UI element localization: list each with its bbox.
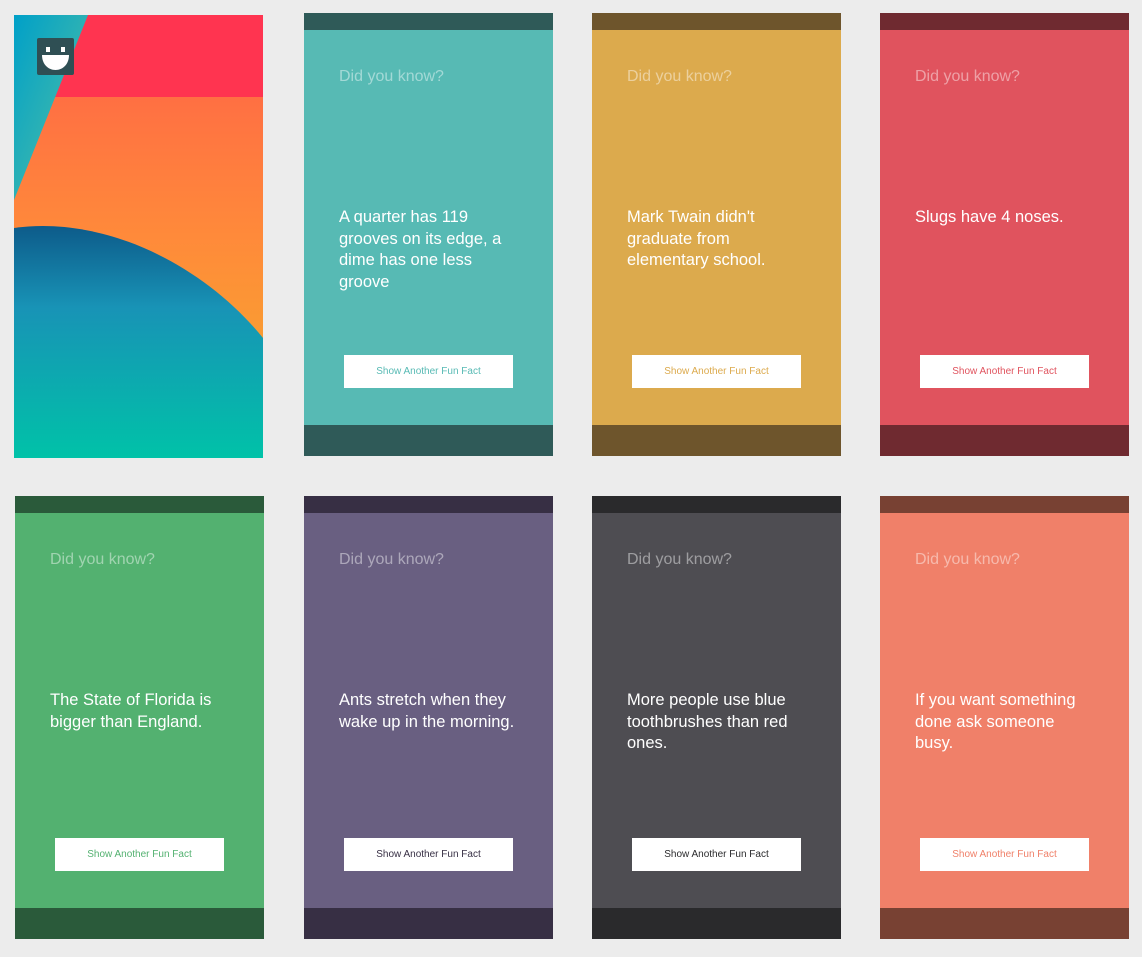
- did-you-know-label: Did you know?: [339, 551, 444, 568]
- did-you-know-label: Did you know?: [627, 551, 732, 568]
- navigation-bar: [880, 425, 1129, 456]
- fact-text: The State of Florida is bigger than Engl…: [50, 691, 212, 731]
- fact-text: If you want something done ask someone b…: [915, 691, 1076, 752]
- did-you-know-label: Did you know?: [339, 68, 444, 85]
- status-bar: [304, 13, 553, 30]
- did-you-know-label: Did you know?: [915, 551, 1020, 568]
- fun-fact-card: Did you know? Mark Twain didn't graduate …: [592, 13, 841, 456]
- fact-text: Mark Twain didn't graduate from elementa…: [627, 208, 766, 269]
- fun-fact-card: Did you know? If you want something done …: [880, 496, 1129, 939]
- show-another-fun-fact-button[interactable]: Show Another Fun Fact: [344, 838, 513, 871]
- fun-fact-card: Did you know? More people use blue toothb…: [592, 496, 841, 939]
- did-you-know-label: Did you know?: [627, 68, 732, 85]
- show-another-fun-fact-button[interactable]: Show Another Fun Fact: [920, 838, 1089, 871]
- navigation-bar: [592, 425, 841, 456]
- fact-text: Slugs have 4 noses.: [915, 208, 1064, 226]
- splash-wallpaper: [14, 15, 263, 458]
- fact-text: A quarter has 119 grooves on its edge, a…: [339, 208, 502, 291]
- show-another-fun-fact-button[interactable]: Show Another Fun Fact: [344, 355, 513, 388]
- show-another-fun-fact-button[interactable]: Show Another Fun Fact: [920, 355, 1089, 388]
- did-you-know-label: Did you know?: [915, 68, 1020, 85]
- fun-fact-card: Did you know? Slugs have 4 noses. Show Ano…: [880, 13, 1129, 456]
- status-bar: [880, 496, 1129, 513]
- navigation-bar: [304, 425, 553, 456]
- status-bar: [592, 13, 841, 30]
- splash-screen: [14, 15, 263, 458]
- show-another-fun-fact-button[interactable]: Show Another Fun Fact: [55, 838, 224, 871]
- navigation-bar: [15, 908, 264, 939]
- did-you-know-label: Did you know?: [50, 551, 155, 568]
- show-another-fun-fact-button[interactable]: Show Another Fun Fact: [632, 355, 801, 388]
- navigation-bar: [592, 908, 841, 939]
- fun-fact-card: Did you know? Ants stretch when they wake…: [304, 496, 553, 939]
- fact-text: More people use blue toothbrushes than r…: [627, 691, 788, 752]
- status-bar: [304, 496, 553, 513]
- fun-fact-card: Did you know? The State of Florida is big…: [15, 496, 264, 939]
- smiley-face-icon: [42, 47, 69, 70]
- app-logo: [37, 38, 74, 75]
- status-bar: [880, 13, 1129, 30]
- status-bar: [15, 496, 264, 513]
- fun-fact-card: Did you know? A quarter has 119 grooves o…: [304, 13, 553, 456]
- status-bar: [592, 496, 841, 513]
- fact-text: Ants stretch when they wake up in the mo…: [339, 691, 515, 731]
- navigation-bar: [880, 908, 1129, 939]
- show-another-fun-fact-button[interactable]: Show Another Fun Fact: [632, 838, 801, 871]
- navigation-bar: [304, 908, 553, 939]
